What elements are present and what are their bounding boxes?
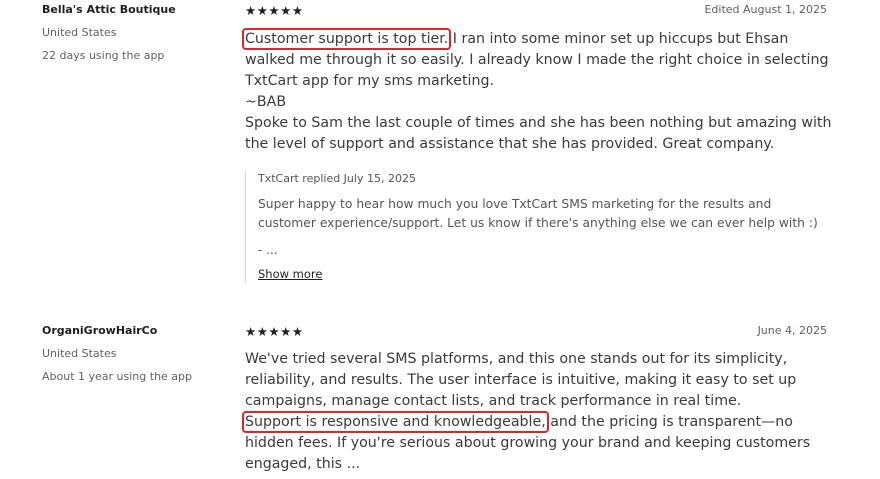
highlighted-phrase: Customer support is top tier. xyxy=(241,28,452,50)
merchant-name: Bella's Attic Boutique xyxy=(42,3,176,16)
merchant-info: OrganiGrowHairCo United States About 1 y… xyxy=(42,324,232,384)
merchant-usage: 22 days using the app xyxy=(42,49,165,62)
star-rating: ★★★★★ xyxy=(245,324,304,339)
review-body: Customer support is top tier. I ran into… xyxy=(241,28,835,155)
review-paragraph: We've tried several SMS platforms, and t… xyxy=(242,349,835,475)
review-text: We've tried several SMS platforms, and t… xyxy=(245,351,797,409)
reply-ellipsis: - ... xyxy=(258,243,278,257)
review-signature: ~BAB xyxy=(245,94,287,110)
highlighted-phrase: Support is responsive and knowledgeable, xyxy=(242,411,549,433)
review-paragraph: Customer support is top tier. I ran into… xyxy=(241,28,835,92)
merchant-location: United States xyxy=(42,26,117,39)
star-rating: ★★★★★ xyxy=(245,3,304,18)
reply-text: Super happy to hear how much you love Tx… xyxy=(258,197,818,230)
merchant-name: OrganiGrowHairCo xyxy=(42,324,158,337)
merchant-info: Bella's Attic Boutique United States 22 … xyxy=(42,3,232,63)
review-body: We've tried several SMS platforms, and t… xyxy=(242,349,835,475)
review-date: June 4, 2025 xyxy=(757,324,827,337)
review-text: Spoke to Sam the last couple of times an… xyxy=(245,115,832,152)
merchant-usage: About 1 year using the app xyxy=(42,370,193,383)
developer-reply: TxtCart replied July 15, 2025 Super happ… xyxy=(245,171,836,283)
review-date: Edited August 1, 2025 xyxy=(704,3,827,16)
merchant-location: United States xyxy=(42,347,117,360)
show-more-link[interactable]: Show more xyxy=(258,267,322,281)
reply-header: TxtCart replied July 15, 2025 xyxy=(258,172,416,185)
